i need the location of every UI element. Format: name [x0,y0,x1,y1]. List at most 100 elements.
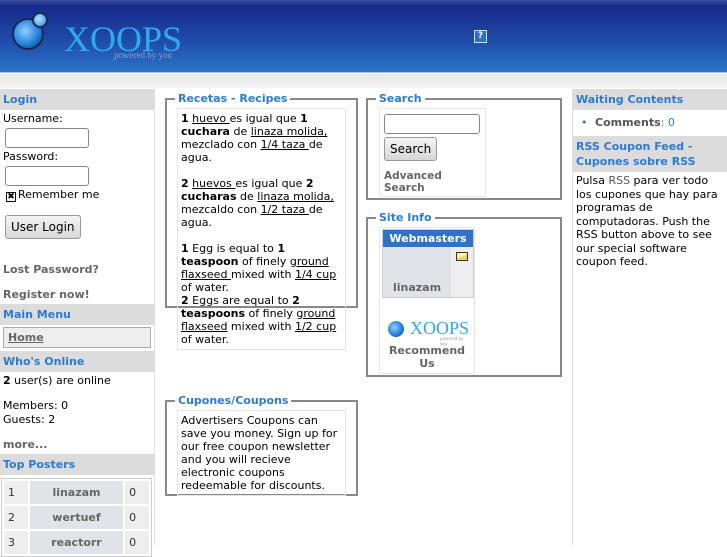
guests-count: Guests: 2 [3,413,56,426]
recipes-title: Recetas - Recipes [178,92,288,105]
recipe-text: de [236,190,258,203]
lost-password-link[interactable]: Lost Password? [3,263,151,277]
recipe-text: of finely [238,255,290,268]
remember-me-label: Remember me [18,188,100,201]
search-button[interactable]: Search [384,137,438,161]
remember-me-checkbox[interactable]: ✖ [6,192,16,202]
recipe-text: of water. [181,333,229,346]
logo-orb-small-icon [32,12,48,28]
recipe-text: mixed with [230,268,295,281]
recipe-text: of water. [181,281,229,294]
poster-count: 0 [125,481,149,504]
recipe-text: 1 [181,242,189,255]
password-label: Password: [3,150,59,163]
coupons-title: Cupones/Coupons [178,394,289,407]
recipe-text: 2 [181,177,189,190]
recipe-text: of finely [245,307,297,320]
site-info-block: Site Info Webmasters linazam XOOPS power… [366,211,562,377]
comments-count: 0 [667,116,675,129]
help-icon[interactable]: ? [474,30,487,43]
username-label: Username: [3,112,63,125]
rss-link[interactable]: RSS [608,174,630,187]
search-input[interactable] [384,114,480,134]
search-title: Search [379,92,422,105]
recipe-text: Egg is equal to [188,242,278,255]
coupons-block: Cupones/Coupons Advertisers Coupons can … [165,394,358,496]
poster-name[interactable]: reactorr [29,531,124,554]
search-block: Search Search Advanced Search [366,92,562,200]
recipe-link[interactable]: huevo [192,112,229,125]
coupons-text: Advertisers Coupons can save you money. … [177,410,346,496]
whos-online-title: Who's Online [0,351,154,372]
logo-tagline: powered by you [114,50,172,60]
main-menu-title: Main Menu [0,304,154,325]
recipe-link[interactable]: huevos [192,177,235,190]
username-input[interactable] [5,128,89,148]
recipe-link[interactable]: linaza molida, [251,125,328,138]
recipe-link[interactable]: 1/2 taza [261,203,309,216]
rss-text-pre: Pulsa [576,174,609,187]
password-input[interactable] [5,166,89,186]
rss-feed-text: Pulsa RSS para ver todo los cupones que … [573,172,727,271]
recipe-paragraph: 2 huevos es igual que 2 cucharas de lina… [181,177,342,229]
table-row: 1 linazam 0 [4,481,149,504]
recipe-link[interactable]: 1/4 cup [295,268,336,281]
site-header: XOOPS powered by you ? [0,0,727,73]
recipe-text: 2 [181,294,189,307]
recipe-text: mixed with [227,320,295,333]
site-info-title: Site Info [379,211,432,224]
rss-feed-title: RSS Coupon Feed - Cupones sobre RSS [573,136,727,172]
poster-count: 0 [125,506,149,529]
recipe-text: mezclado con [181,138,261,151]
recipes-content: 1 huevo es igual que 1 cuchara de linaza… [177,108,346,350]
table-row: 2 wertuef 0 [4,506,149,529]
login-block: Username: Password: ✖ Remember me User Lo… [0,110,154,304]
recipe-text: es igual que [235,177,306,190]
recipe-text: Eggs are equal to [188,294,293,307]
recipe-paragraph: 1 huevo es igual que 1 cuchara de linaza… [181,112,342,164]
user-login-button[interactable]: User Login [5,215,81,239]
rss-text-post: para ver todo los cupones que hay para p… [576,174,718,268]
waiting-contents-block: • Comments: 0 [581,116,675,129]
recipe-paragraph: 1 Egg is equal to 1 teaspoon of finely g… [181,242,342,346]
recipe-link[interactable]: 1/4 taza [261,138,309,151]
webmasters-box: Webmasters linazam [382,229,474,298]
recipe-text: 1 [181,112,189,125]
menu-item-home[interactable]: Home [3,327,151,348]
whos-online-block: 2 user(s) are online Members: 0 Guests: … [0,372,154,454]
poster-count: 0 [125,531,149,554]
left-sidebar: Login Username: Password: ✖ Remember me U… [0,89,155,557]
webmasters-title: Webmasters [383,230,473,247]
comments-link[interactable]: Comments [595,116,661,129]
poster-rank: 2 [4,506,28,529]
online-count: 2 [3,374,11,387]
webmaster-name[interactable]: linazam [383,281,451,297]
top-posters-table: 1 linazam 0 2 wertuef 0 3 reactorr 0 [1,478,152,557]
online-text: user(s) are online [10,374,111,387]
nav-strip [0,74,727,88]
poster-name[interactable]: linazam [29,481,124,504]
xoops-logo[interactable]: XOOPS powered by you [10,12,182,62]
waiting-contents-title: Waiting Contents [573,89,727,110]
recipes-block: Recetas - Recipes 1 huevo es igual que 1… [165,92,358,350]
poster-name[interactable]: wertuef [29,506,124,529]
advanced-search-link[interactable]: Advanced Search [384,170,481,194]
recipe-text: es igual que [229,112,301,125]
more-link[interactable]: more... [3,438,151,452]
envelope-icon[interactable] [451,247,473,297]
small-logo-tagline: powered by you [440,336,464,346]
recipe-link[interactable]: linaza molida, [257,190,334,203]
poster-rank: 1 [4,481,28,504]
recipe-link[interactable]: 1/2 cup [295,320,336,333]
top-posters-title: Top Posters [0,454,154,475]
members-count: Members: 0 [3,399,69,412]
recipe-text: mezcaldo con [181,203,261,216]
login-title: Login [0,89,154,110]
logo-orb-icon [388,321,404,337]
xoops-small-logo[interactable]: XOOPS powered by you [382,318,472,346]
poster-rank: 3 [4,531,28,554]
recommend-us-link[interactable]: Recommend Us [382,344,472,370]
table-row: 3 reactorr 0 [4,531,149,554]
register-link[interactable]: Register now! [3,288,151,302]
right-sidebar: Waiting Contents • Comments: 0 RSS Coupo… [572,89,727,545]
